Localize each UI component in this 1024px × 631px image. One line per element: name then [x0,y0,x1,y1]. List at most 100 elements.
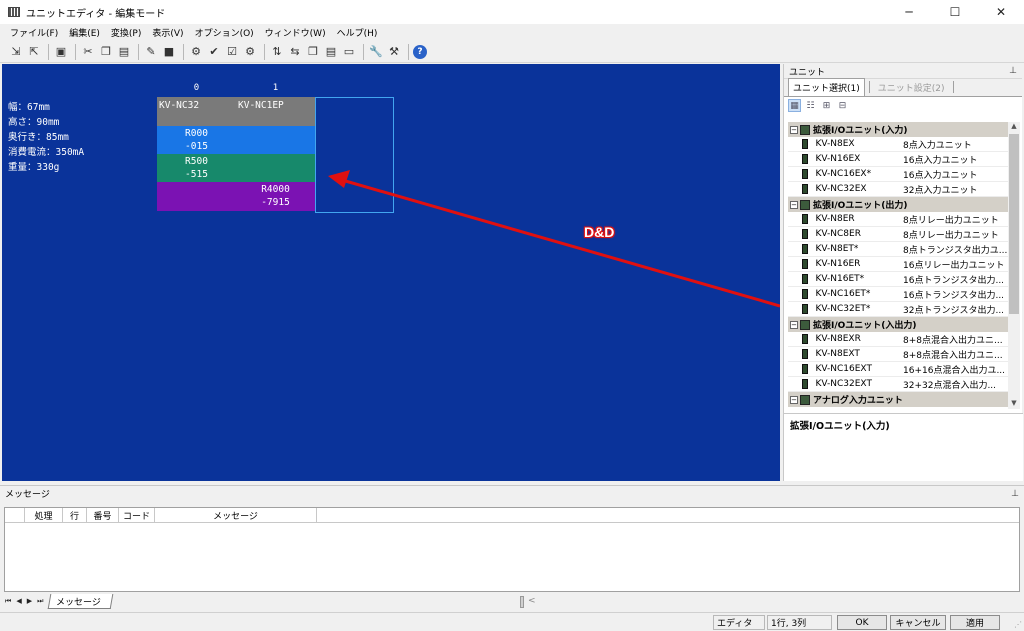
toolbar: ⇲ ⇱ ▣ ✂ ❐ ▤ ✎ ■ ⚙ ✔ ☑ ⚙ ⇅ ⇆ ❐ ▤ ▭ 🔧 ⚒ ? [0,41,1024,63]
list-item[interactable]: KV-NC16EXT 16+16点混合入出力ユ... [788,362,1008,377]
import-icon[interactable]: ⇲ [8,44,24,60]
transfer2-icon[interactable]: ⇆ [287,44,303,60]
col-blank [5,508,25,522]
unit-editor-canvas[interactable]: 幅：67mm 高さ：90mm 奥行き：85mm 消費電流：350mA 重量：33… [2,64,780,481]
edit-icon[interactable]: ✎ [143,44,159,60]
collapse-icon[interactable]: − [790,125,798,134]
wrench-icon[interactable]: 🔧 [368,44,384,60]
collapse-icon[interactable]: − [790,320,798,329]
category-row[interactable]: − 拡張I/Oユニット(入力) [788,122,1008,137]
block-icon[interactable]: ■ [161,44,177,60]
prev-tab-icon[interactable]: ◀ [16,597,21,605]
check-icon[interactable]: ✔ [206,44,222,60]
help-icon[interactable]: ? [413,44,427,59]
close-button[interactable]: ✕ [978,0,1024,24]
category-name: 拡張I/Oユニット(入力) [813,126,908,136]
menu-window[interactable]: ウィンドウ(W) [265,26,326,39]
message-list[interactable]: 処理 行 番号 コード メッセージ [4,507,1020,592]
list-item[interactable]: KV-NC16EX* 16点入力ユニット [788,167,1008,182]
list-item[interactable]: KV-N8EXR 8+8点混合入出力ユニ... [788,332,1008,347]
message-panel-title: メッセージ [5,490,50,500]
collapse-tree-icon[interactable]: ⊟ [836,99,849,112]
paste-unit-icon[interactable]: ▤ [323,44,339,60]
category-row[interactable]: − 拡張I/Oユニット(入出力) [788,317,1008,332]
tree-scrollbar[interactable]: ▲ ▼ [1008,122,1020,409]
resize-grip-icon[interactable]: ⋰ [1014,620,1022,629]
maximize-button[interactable]: ☐ [932,0,978,24]
col-message[interactable]: メッセージ [155,508,317,522]
transfer-icon[interactable]: ⇅ [269,44,285,60]
apply-button[interactable]: 適用 [950,615,1000,630]
list-item[interactable]: KV-N8ET* 8点トランジスタ出力ユ... [788,242,1008,257]
category-row[interactable]: − アナログ入力ユニット [788,392,1008,407]
message-hscroll[interactable]: < [520,596,1020,608]
status-position: 1行, 3列 [767,615,832,630]
copy-icon[interactable]: ❐ [98,44,114,60]
menu-edit[interactable]: 編集(E) [69,26,100,39]
message-columns: 処理 行 番号 コード メッセージ [5,508,1019,523]
search-unit-icon[interactable]: ⚙ [188,44,204,60]
category-row[interactable]: − 拡張I/Oユニット(出力) [788,197,1008,212]
menu-options[interactable]: オプション(O) [195,26,254,39]
menu-convert[interactable]: 変換(P) [111,26,141,39]
unit-icon [801,334,808,344]
menu-file[interactable]: ファイル(F) [10,26,58,39]
expand-tree-icon[interactable]: ⊞ [820,99,833,112]
collapse-icon[interactable]: − [790,395,798,404]
tab-messages[interactable]: メッセージ [48,593,114,609]
settings-icon[interactable]: ⚙ [242,44,258,60]
paste-icon[interactable]: ▤ [116,44,132,60]
scroll-up-icon[interactable]: ▲ [1008,122,1020,132]
list-item[interactable]: KV-N8EXT 8+8点混合入出力ユニ... [788,347,1008,362]
col-code[interactable]: コード [119,508,155,522]
minimize-button[interactable]: ─ [886,0,932,24]
category-name: 拡張I/Oユニット(出力) [813,201,908,211]
view-large-icon[interactable]: ▦ [788,99,801,112]
col-number[interactable]: 番号 [87,508,119,522]
hscroll-thumb[interactable] [520,596,524,608]
list-item[interactable]: KV-N8ER 8点リレー出力ユニット [788,212,1008,227]
unit-icon [801,214,808,224]
scrollbar-thumb[interactable] [1009,134,1019,314]
pin-icon[interactable]: ⊥ [1009,66,1017,76]
view-list-icon[interactable]: ☷ [804,99,817,112]
clear-icon[interactable]: ▭ [341,44,357,60]
list-item[interactable]: KV-NC32EXT 32+32点混合入出力... [788,377,1008,392]
next-tab-icon[interactable]: ▶ [27,597,32,605]
scroll-down-icon[interactable]: ▼ [1008,399,1020,409]
list-item[interactable]: KV-N16EX 16点入力ユニット [788,152,1008,167]
tab-unit-settings[interactable]: ユニット設定(2) [874,79,949,96]
col-process[interactable]: 処理 [25,508,63,522]
collapse-icon[interactable]: − [790,200,798,209]
monitor-icon[interactable]: ▣ [53,44,69,60]
panel-toolbar: ▦ ☷ ⊞ ⊟ [784,97,1022,114]
scroll-left-icon[interactable]: < [528,596,536,606]
cancel-button[interactable]: キャンセル [890,615,946,630]
col-line[interactable]: 行 [63,508,87,522]
copy-unit-icon[interactable]: ❐ [305,44,321,60]
tool-icon[interactable]: ⚒ [386,44,402,60]
unit-tree: − 拡張I/Oユニット(入力) KV-N8EX 8点入力ユニット KV-N16EX 1… [788,122,1008,409]
toolbar-separator [363,43,364,60]
unit-icon [801,154,808,164]
first-tab-icon[interactable]: ⏮ [5,597,11,606]
menu-view[interactable]: 表示(V) [152,26,183,39]
toolbar-separator [183,43,184,60]
list-item[interactable]: KV-N8EX 8点入力ユニット [788,137,1008,152]
unit-icon [801,244,808,254]
verify-icon[interactable]: ☑ [224,44,240,60]
cut-icon[interactable]: ✂ [80,44,96,60]
menu-help[interactable]: ヘルプ(H) [337,26,378,39]
export-icon[interactable]: ⇱ [26,44,42,60]
ok-button[interactable]: OK [837,615,887,630]
last-tab-icon[interactable]: ⏭ [37,597,43,606]
list-item[interactable]: KV-NC16ET* 16点トランジスタ出力... [788,287,1008,302]
list-item[interactable]: KV-NC8ER 8点リレー出力ユニット [788,227,1008,242]
category-icon [800,199,810,210]
pin-icon[interactable]: ⊥ [1011,489,1019,499]
list-item[interactable]: KV-N16ET* 16点トランジスタ出力... [788,272,1008,287]
tab-unit-select[interactable]: ユニット選択(1) [788,78,865,96]
list-item[interactable]: KV-NC32EX 32点入力ユニット [788,182,1008,197]
list-item[interactable]: KV-N16ER 16点リレー出力ユニット [788,257,1008,272]
list-item[interactable]: KV-NC32ET* 32点トランジスタ出力... [788,302,1008,317]
